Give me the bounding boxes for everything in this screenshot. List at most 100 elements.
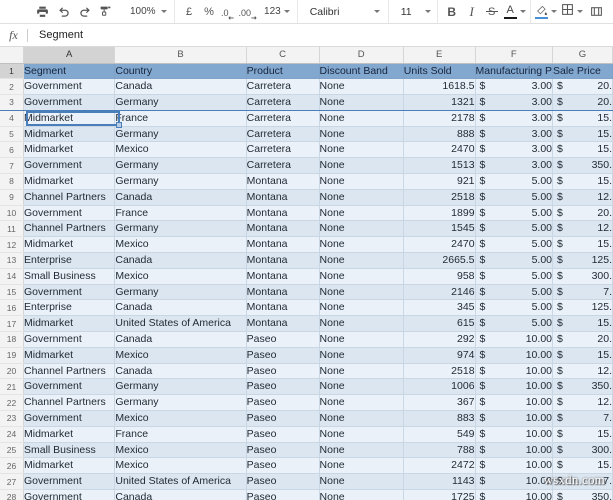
cell-C9[interactable]: Montana	[246, 189, 320, 206]
cell-E10[interactable]: 1899	[403, 205, 476, 222]
cell-G18[interactable]: $20.	[552, 331, 613, 348]
cell-G6[interactable]: $15.	[552, 141, 613, 159]
cell-A24[interactable]: Midmarket	[23, 426, 116, 443]
cell-B27[interactable]: United States of America	[114, 473, 247, 491]
cell-E22[interactable]: 367	[403, 394, 476, 412]
row-header-10[interactable]: 10	[0, 205, 24, 222]
cell-A22[interactable]: Channel Partners	[23, 394, 116, 412]
cell-D1[interactable]: Discount Band	[319, 63, 404, 80]
table-row[interactable]: 23 Government Mexico Paseo None 883 $10.00 $7.	[0, 410, 613, 427]
cell-G7[interactable]: $350.	[552, 157, 613, 175]
chevron-down-icon[interactable]	[550, 10, 557, 13]
table-row[interactable]: 8 Midmarket Germany Montana None 921 $5.00 $15.	[0, 173, 613, 190]
cell-A15[interactable]: Government	[23, 284, 116, 301]
cell-E2[interactable]: 1618.5	[403, 78, 476, 96]
cell-C24[interactable]: Paseo	[246, 426, 320, 443]
cell-D15[interactable]: None	[319, 284, 404, 301]
row-header-26[interactable]: 26	[0, 457, 24, 475]
cell-D21[interactable]: None	[319, 378, 404, 396]
cell-B12[interactable]: Mexico	[114, 236, 247, 254]
cell-G16[interactable]: $125.	[552, 299, 613, 317]
cell-G11[interactable]: $12.	[552, 220, 613, 238]
row-header-18[interactable]: 18	[0, 331, 24, 348]
cell-B16[interactable]: Canada	[114, 299, 247, 317]
cell-A6[interactable]: Midmarket	[23, 141, 116, 159]
row-header-27[interactable]: 27	[0, 473, 24, 491]
increase-decimal-button[interactable]: .00	[237, 1, 260, 22]
print-icon[interactable]	[32, 1, 53, 22]
cell-B15[interactable]: Germany	[114, 284, 247, 301]
cell-F8[interactable]: $5.00	[475, 173, 554, 190]
cell-A5[interactable]: Midmarket	[23, 126, 116, 143]
cell-A19[interactable]: Midmarket	[23, 347, 116, 364]
cell-D28[interactable]: None	[319, 489, 404, 500]
row-header-2[interactable]: 2	[0, 78, 24, 96]
chevron-down-icon[interactable]	[576, 10, 583, 13]
cell-E25[interactable]: 788	[403, 442, 476, 459]
cell-C15[interactable]: Montana	[246, 284, 320, 301]
cell-D14[interactable]: None	[319, 268, 404, 285]
table-row[interactable]: 19 Midmarket Mexico Paseo None 974 $10.00 $15.	[0, 347, 613, 364]
cell-E23[interactable]: 883	[403, 410, 476, 427]
cell-D22[interactable]: None	[319, 394, 404, 412]
cell-G17[interactable]: $15.	[552, 315, 613, 333]
cell-F6[interactable]: $3.00	[475, 141, 554, 159]
cell-D18[interactable]: None	[319, 331, 404, 348]
row-header-24[interactable]: 24	[0, 426, 24, 443]
cell-B5[interactable]: Germany	[114, 126, 247, 143]
table-row[interactable]: 6 Midmarket Mexico Carretera None 2470 $3.00 $1…	[0, 141, 613, 159]
cell-G23[interactable]: $7.	[552, 410, 613, 427]
cell-B9[interactable]: Canada	[114, 189, 247, 206]
font-size-selector[interactable]: 11	[393, 6, 433, 18]
cell-C12[interactable]: Montana	[246, 236, 320, 254]
table-row[interactable]: 5 Midmarket Germany Carretera None 888 $3.00 $1…	[0, 126, 613, 143]
cell-F27[interactable]: $10.00	[475, 473, 554, 491]
cell-D27[interactable]: None	[319, 473, 404, 491]
cell-A20[interactable]: Channel Partners	[23, 363, 116, 380]
paint-format-icon[interactable]	[95, 1, 116, 22]
cell-B2[interactable]: Canada	[114, 78, 247, 96]
cell-E28[interactable]: 1725	[403, 489, 476, 500]
cell-F1[interactable]: Manufacturing P	[475, 63, 554, 80]
cell-C11[interactable]: Montana	[246, 220, 320, 238]
table-row[interactable]: 18 Government Canada Paseo None 292 $10.00 $20.	[0, 331, 613, 348]
strikethrough-button[interactable]: S	[482, 1, 502, 22]
cell-B4[interactable]: France	[114, 110, 247, 127]
cell-D12[interactable]: None	[319, 236, 404, 254]
cell-B18[interactable]: Canada	[114, 331, 247, 348]
row-header-20[interactable]: 20	[0, 363, 24, 380]
cell-C2[interactable]: Carretera	[246, 78, 320, 96]
table-row[interactable]: 16 Enterprise Canada Montana None 345 $5.00 $12…	[0, 299, 613, 317]
row-header-13[interactable]: 13	[0, 252, 24, 269]
cell-A14[interactable]: Small Business	[23, 268, 116, 285]
row-header-28[interactable]: 28	[0, 489, 24, 500]
merge-cells-icon[interactable]	[586, 1, 607, 22]
cell-G24[interactable]: $15.	[552, 426, 613, 443]
cell-F24[interactable]: $10.00	[475, 426, 554, 443]
chevron-down-icon[interactable]	[519, 10, 526, 13]
row-header-1[interactable]: 1	[0, 63, 24, 80]
cell-A2[interactable]: Government	[23, 78, 116, 96]
cell-A4[interactable]: Midmarket	[23, 110, 116, 127]
cell-F22[interactable]: $10.00	[475, 394, 554, 412]
cell-G4[interactable]: $15.	[552, 110, 613, 127]
cell-F5[interactable]: $3.00	[475, 126, 554, 143]
cell-E9[interactable]: 2518	[403, 189, 476, 206]
cell-F4[interactable]: $3.00	[475, 110, 554, 127]
cell-G14[interactable]: $300.	[552, 268, 613, 285]
row-header-8[interactable]: 8	[0, 173, 24, 190]
cell-A10[interactable]: Government	[23, 205, 116, 222]
cell-F14[interactable]: $5.00	[475, 268, 554, 285]
row-header-11[interactable]: 11	[0, 220, 24, 238]
cell-B14[interactable]: Mexico	[114, 268, 247, 285]
cell-B19[interactable]: Mexico	[114, 347, 247, 364]
formula-input[interactable]: Segment	[28, 24, 613, 47]
cell-C26[interactable]: Paseo	[246, 457, 320, 475]
row-header-9[interactable]: 9	[0, 189, 24, 206]
cell-C18[interactable]: Paseo	[246, 331, 320, 348]
column-header-b[interactable]: B	[114, 47, 247, 64]
table-row[interactable]: 13 Enterprise Canada Montana None 2665.5 $5.00…	[0, 252, 613, 269]
cell-E4[interactable]: 2178	[403, 110, 476, 127]
cell-D2[interactable]: None	[319, 78, 404, 96]
cell-G8[interactable]: $15.	[552, 173, 613, 190]
